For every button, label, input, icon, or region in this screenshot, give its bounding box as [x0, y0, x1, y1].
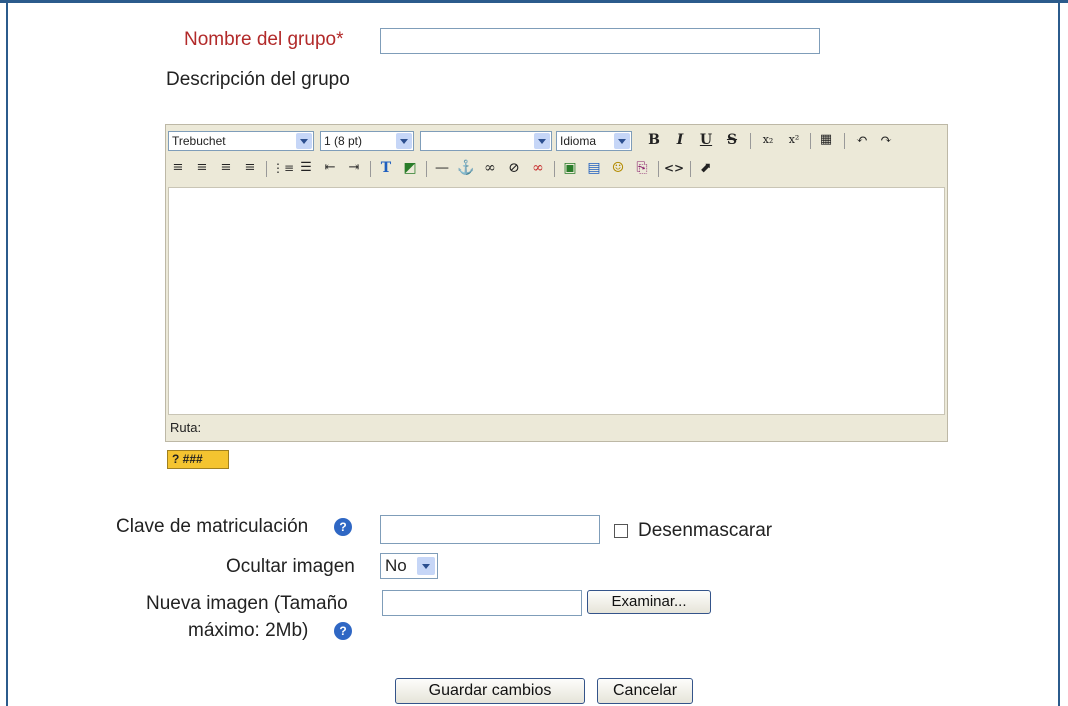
redo-button[interactable]: ↷	[876, 130, 896, 150]
indent-icon[interactable]: ⇥	[344, 158, 364, 178]
unlink-icon[interactable]: ⊘	[504, 158, 524, 178]
hide-picture-label: Ocultar imagen	[226, 556, 355, 577]
subscript-button[interactable]: x₂	[758, 130, 778, 150]
save-changes-button[interactable]: Guardar cambios	[395, 678, 585, 704]
chevron-down-icon	[296, 133, 312, 149]
help-icon[interactable]: ?	[334, 518, 352, 536]
insert-table-icon[interactable]: ▤	[584, 158, 604, 178]
strikethrough-button[interactable]: S	[722, 130, 742, 150]
toolbar-separator	[266, 161, 267, 177]
editor-content-area[interactable]	[168, 187, 945, 415]
editor-toolbar-row-1: Trebuchet 1 (8 pt) Idioma B I U S x₂ x² …	[166, 127, 947, 155]
chevron-down-icon	[614, 133, 630, 149]
enrolment-key-input[interactable]	[380, 515, 600, 544]
language-select[interactable]: Idioma	[556, 131, 632, 151]
size-select[interactable]: 1 (8 pt)	[320, 131, 414, 151]
enrolment-key-label: Clave de matriculación	[116, 516, 309, 537]
new-picture-file-input[interactable]	[382, 590, 582, 616]
chevron-down-icon	[396, 133, 412, 149]
insert-image-icon[interactable]: ▣	[560, 158, 580, 178]
chevron-down-icon	[534, 133, 550, 149]
clean-word-button[interactable]: ▦	[816, 130, 836, 150]
fullscreen-icon[interactable]: ⬈	[696, 158, 716, 178]
size-select-value: 1 (8 pt)	[324, 134, 363, 148]
special-char-icon[interactable]: ⎘	[632, 158, 652, 178]
html-source-icon[interactable]: <>	[664, 158, 684, 178]
group-name-input[interactable]	[380, 28, 820, 54]
align-center-button[interactable]: ≡	[192, 158, 212, 178]
align-right-button[interactable]: ≡	[216, 158, 236, 178]
window-right-border	[1058, 0, 1060, 706]
horizontal-rule-icon[interactable]: —	[432, 158, 452, 178]
language-select-value: Idioma	[560, 134, 597, 148]
description-label: Descripción del grupo	[166, 69, 350, 90]
font-select-value: Trebuchet	[172, 134, 226, 148]
style-select[interactable]	[420, 131, 552, 151]
chevron-down-icon	[417, 557, 435, 575]
undo-button[interactable]: ↶	[852, 130, 872, 150]
editor-help-button[interactable]: ? ###	[167, 450, 229, 469]
nolink-icon[interactable]: ∞	[528, 158, 548, 178]
editor-toolbar-row-2: ≡ ≡ ≡ ≡ ⋮≡ ☰ ⇤ ⇥ T ◩ — ⚓ ∞ ⊘ ∞ ▣ ▤ ☺ ⎘ <…	[166, 155, 947, 183]
unmask-label: Desenmascarar	[638, 520, 773, 541]
underline-button[interactable]: U	[696, 130, 716, 150]
toolbar-separator	[426, 161, 427, 177]
toolbar-separator	[750, 133, 751, 149]
html-editor: Trebuchet 1 (8 pt) Idioma B I U S x₂ x² …	[165, 124, 948, 442]
group-name-label: Nombre del grupo*	[184, 29, 344, 50]
hide-picture-select[interactable]: No	[380, 553, 438, 579]
justify-button[interactable]: ≡	[240, 158, 260, 178]
editor-path-status: Ruta:	[170, 420, 202, 435]
bold-button[interactable]: B	[644, 130, 664, 150]
window-left-border	[6, 0, 8, 706]
outdent-icon[interactable]: ⇤	[320, 158, 340, 178]
font-select[interactable]: Trebuchet	[168, 131, 314, 151]
hide-picture-value: No	[385, 556, 407, 575]
smiley-icon[interactable]: ☺	[608, 158, 628, 178]
anchor-icon[interactable]: ⚓	[456, 158, 476, 178]
new-picture-label-line-1: Nueva imagen (Tamaño	[146, 593, 348, 614]
help-icon[interactable]: ?	[334, 622, 352, 640]
background-color-icon[interactable]: ◩	[400, 158, 420, 178]
toolbar-separator	[810, 133, 811, 149]
window-top-border	[0, 0, 1068, 3]
unmask-checkbox[interactable]	[614, 524, 628, 538]
toolbar-separator	[690, 161, 691, 177]
toolbar-separator	[844, 133, 845, 149]
toolbar-separator	[658, 161, 659, 177]
link-icon[interactable]: ∞	[480, 158, 500, 178]
new-picture-label-line-2: máximo: 2Mb)	[188, 620, 309, 641]
text-color-icon[interactable]: T	[376, 158, 396, 178]
browse-button[interactable]: Examinar...	[587, 590, 711, 614]
superscript-button[interactable]: x²	[784, 130, 804, 150]
align-left-button[interactable]: ≡	[168, 158, 188, 178]
unordered-list-icon[interactable]: ☰	[296, 158, 316, 178]
cancel-button[interactable]: Cancelar	[597, 678, 693, 704]
ordered-list-icon[interactable]: ⋮≡	[272, 158, 294, 178]
toolbar-separator	[554, 161, 555, 177]
italic-button[interactable]: I	[670, 130, 690, 150]
toolbar-separator	[370, 161, 371, 177]
